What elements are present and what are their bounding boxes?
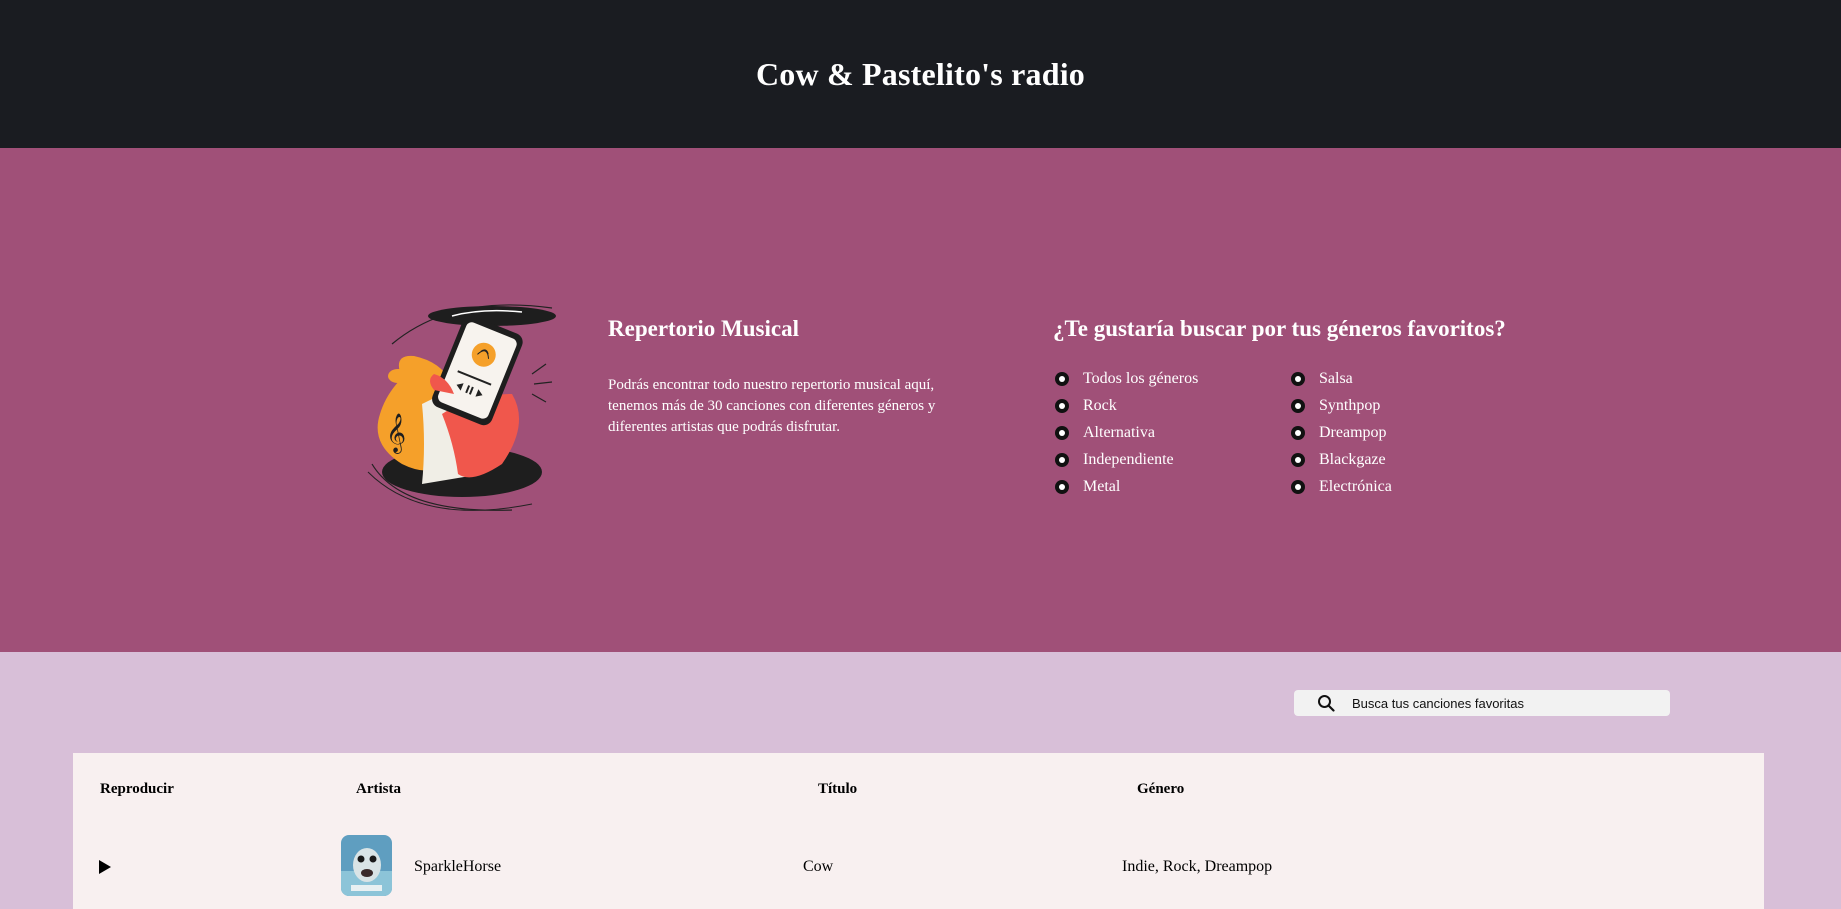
radio-button[interactable] bbox=[1055, 398, 1069, 413]
songs-table: Reproducir Artista Título Género Sparkle… bbox=[73, 753, 1764, 909]
genre-label: Dreampop bbox=[1319, 423, 1387, 441]
site-title: Cow & Pastelito's radio bbox=[755, 55, 1085, 92]
radio-button[interactable] bbox=[1291, 398, 1305, 413]
genre-label: Blackgaze bbox=[1319, 450, 1386, 468]
genre-option-blackgaze[interactable]: Blackgaze bbox=[1289, 446, 1525, 473]
genre-option-todos[interactable]: Todos los géneros bbox=[1053, 365, 1289, 392]
radio-button[interactable] bbox=[1055, 425, 1069, 440]
genre-option-rock[interactable]: Rock bbox=[1053, 392, 1289, 419]
genre-label: Todos los géneros bbox=[1083, 369, 1199, 387]
radio-button[interactable] bbox=[1055, 479, 1069, 494]
genre-list-left: Todos los géneros Rock Alternativa Indep… bbox=[1053, 365, 1289, 500]
genre-label: Electrónica bbox=[1319, 477, 1392, 495]
genre-label: Synthpop bbox=[1319, 396, 1381, 414]
genre-label: Salsa bbox=[1319, 369, 1353, 387]
repertorio-description: Podrás encontrar todo nuestro repertorio… bbox=[608, 375, 938, 438]
column-header-play: Reproducir bbox=[100, 781, 174, 797]
hero-section: 𝄞 Repertorio Musical Podrás encontrar to… bbox=[0, 148, 1841, 652]
site-header: Cow & Pastelito's radio bbox=[0, 0, 1841, 148]
search-icon[interactable] bbox=[1316, 693, 1336, 713]
genre-option-metal[interactable]: Metal bbox=[1053, 473, 1289, 500]
cell-title: Cow bbox=[803, 858, 834, 875]
genre-label: Rock bbox=[1083, 396, 1117, 414]
genre-label: Independiente bbox=[1083, 450, 1174, 468]
repertorio-line: diferentes artistas que podrás disfrutar… bbox=[608, 419, 841, 436]
svg-text:𝄞: 𝄞 bbox=[386, 413, 406, 454]
table-row: SparkleHorse Cow Indie, Rock, Dreampop bbox=[73, 835, 1764, 897]
column-header-title: Título bbox=[818, 781, 858, 797]
radio-button[interactable] bbox=[1291, 452, 1305, 467]
repertorio-heading: Repertorio Musical bbox=[608, 316, 799, 341]
radio-button[interactable] bbox=[1055, 452, 1069, 467]
search-input[interactable] bbox=[1352, 695, 1652, 711]
repertorio-line: tenemos más de 30 canciones con diferent… bbox=[608, 398, 936, 415]
genre-option-dreampop[interactable]: Dreampop bbox=[1289, 419, 1525, 446]
radio-button[interactable] bbox=[1291, 479, 1305, 494]
repertorio-line: Podrás encontrar todo nuestro repertorio… bbox=[608, 377, 935, 394]
cell-genre: Indie, Rock, Dreampop bbox=[1122, 858, 1273, 875]
radio-button[interactable] bbox=[1291, 425, 1305, 440]
genre-option-independiente[interactable]: Independiente bbox=[1053, 446, 1289, 473]
genre-option-salsa[interactable]: Salsa bbox=[1289, 365, 1525, 392]
column-header-artist: Artista bbox=[356, 781, 401, 797]
songs-section: Reproducir Artista Título Género Sparkle… bbox=[0, 652, 1841, 909]
repertorio-block: Repertorio Musical Podrás encontrar todo… bbox=[608, 316, 938, 438]
genre-filter: ¿Te gustaría buscar por tus géneros favo… bbox=[1053, 316, 1533, 500]
radio-button[interactable] bbox=[1291, 371, 1305, 386]
genre-label: Metal bbox=[1083, 477, 1121, 495]
radio-button[interactable] bbox=[1055, 371, 1069, 386]
genre-option-synthpop[interactable]: Synthpop bbox=[1289, 392, 1525, 419]
music-phone-illustration: 𝄞 bbox=[367, 304, 556, 511]
genre-filter-heading: ¿Te gustaría buscar por tus géneros favo… bbox=[1053, 316, 1506, 341]
cell-artist: SparkleHorse bbox=[414, 858, 502, 875]
genre-option-electronica[interactable]: Electrónica bbox=[1289, 473, 1525, 500]
genre-label: Alternativa bbox=[1083, 423, 1155, 441]
play-icon[interactable] bbox=[98, 859, 112, 875]
genre-list-right: Salsa Synthpop Dreampop Blackgaze Electr… bbox=[1289, 365, 1525, 500]
search-bar[interactable] bbox=[1294, 690, 1670, 716]
genre-option-alternativa[interactable]: Alternativa bbox=[1053, 419, 1289, 446]
album-cover bbox=[341, 835, 392, 896]
column-header-genre: Género bbox=[1137, 781, 1185, 797]
